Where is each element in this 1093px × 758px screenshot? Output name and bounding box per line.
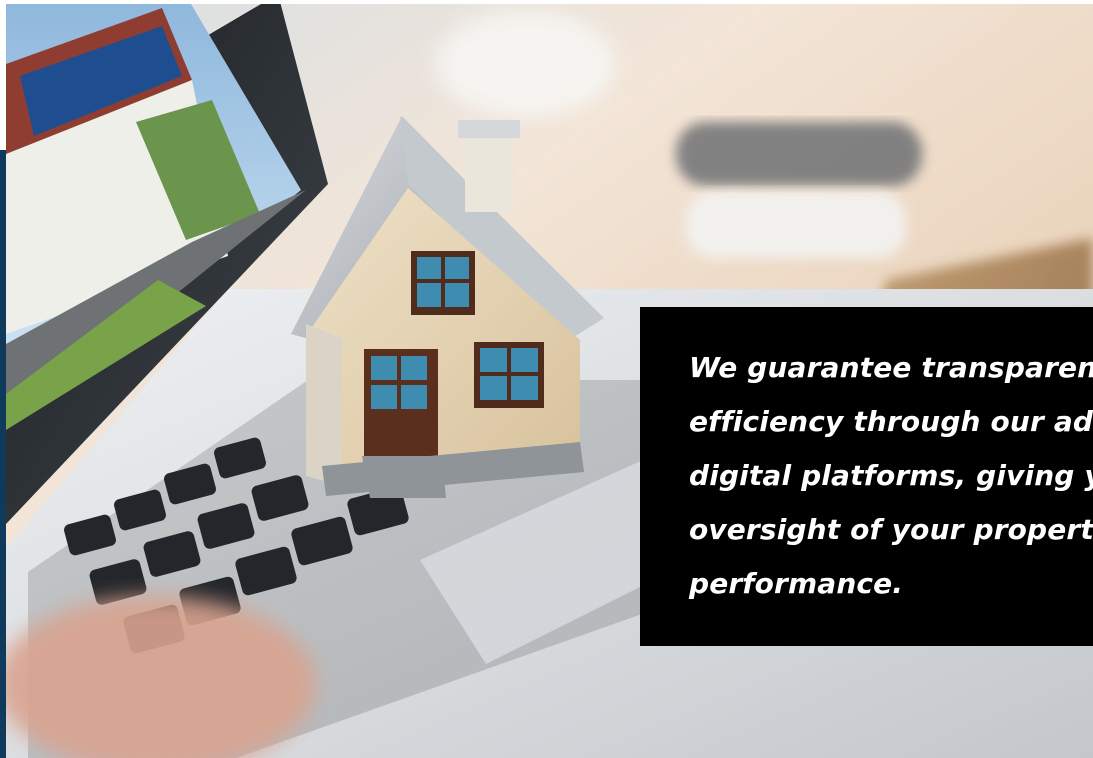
caption-text: We guarantee transparency and efficiency… [689, 351, 1093, 600]
blurred-phone-shape [676, 122, 922, 186]
blurred-cup-shape [436, 10, 616, 118]
caption-box: We guarantee transparency and efficiency… [640, 307, 1093, 646]
blurred-mouse-shape [686, 192, 906, 258]
hero-image-frame: We guarantee transparency and efficiency… [0, 0, 1093, 758]
